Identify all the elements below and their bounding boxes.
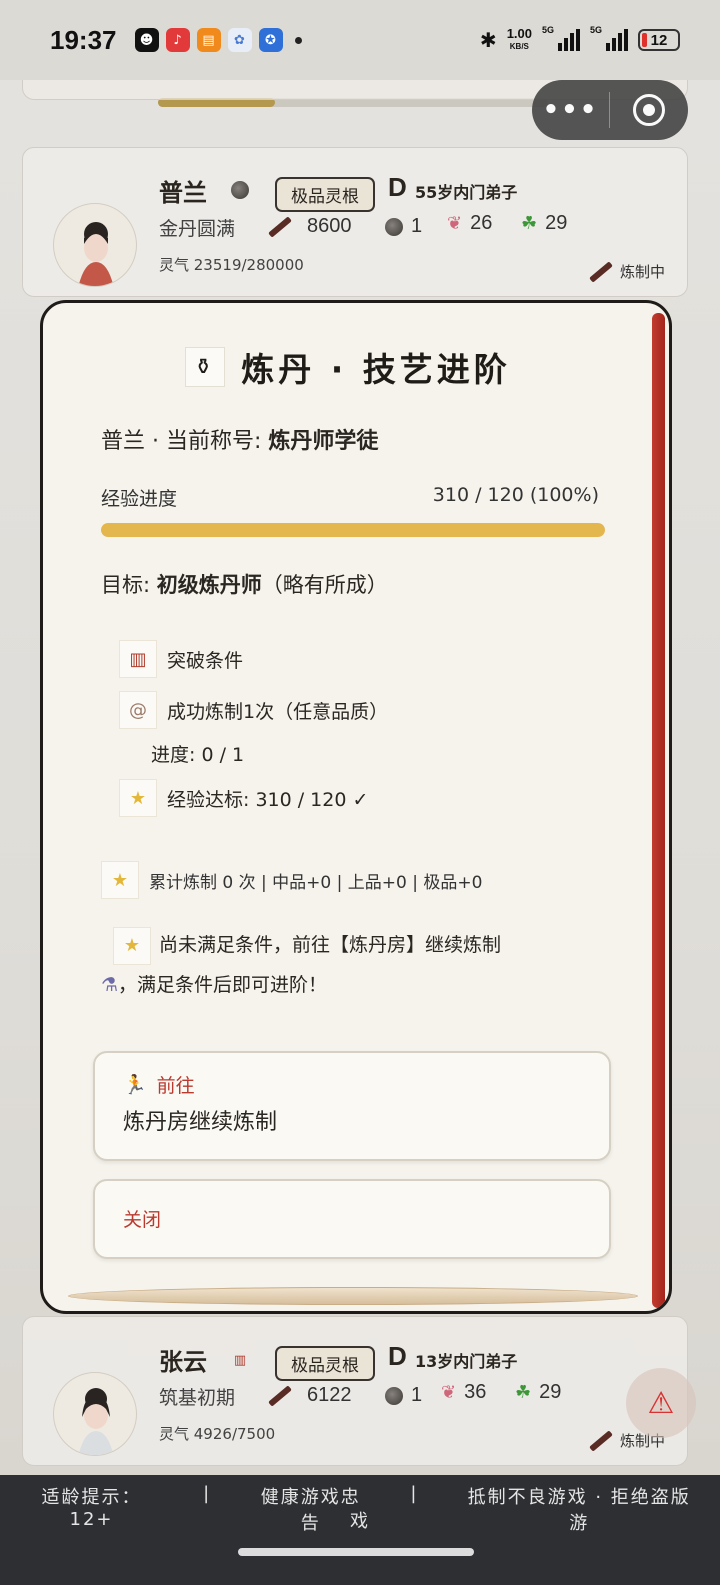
- music-icon: ♪: [165, 28, 190, 52]
- requirement-exp: ★ 经验达标: 310 / 120 ✓: [119, 779, 368, 817]
- scroll-rod-bottom: [68, 1287, 638, 1305]
- book-icon: ▤: [196, 28, 221, 52]
- footer-notice: 适龄提示：12+ | 健康游戏忠告 | 抵制不良游戏 · 拒绝盗版游 戏: [0, 1475, 720, 1585]
- star-icon: ★: [101, 861, 139, 899]
- close-button[interactable]: 关闭: [93, 1179, 611, 1259]
- star-icon: ★: [119, 779, 157, 817]
- qq-icon: ☻: [134, 28, 159, 52]
- goal-name: 初级炼丹师: [156, 573, 262, 597]
- status-time: 19:37: [50, 24, 117, 55]
- scroll-icon: ▥: [119, 640, 157, 678]
- notification-icons: ☻ ♪ ▤ ✿ ✪: [134, 28, 283, 52]
- home-indicator[interactable]: [238, 1548, 474, 1556]
- status-bar: 19:37 ☻ ♪ ▤ ✿ ✪ ✱ 1.00 KB/S 5G 5G 12: [0, 0, 720, 80]
- modal-title: ⚱ 炼丹 · 技艺进阶: [43, 343, 653, 391]
- bluetooth-icon: ✱: [479, 28, 497, 52]
- current-title: 炼丹师学徒: [268, 429, 379, 454]
- swirl-icon: @: [119, 691, 157, 729]
- scroll-rod: [652, 313, 665, 1308]
- battery-icon: 12: [638, 29, 680, 51]
- craft-tally: ★ 累计炼制 0 次 | 中品+0 | 上品+0 | 极品+0: [101, 861, 482, 899]
- gourd-icon: ⚱: [185, 347, 226, 387]
- exp-value: 310 / 120 (100%): [432, 484, 599, 506]
- star-icon: ★: [113, 926, 151, 965]
- signal-icon-2: 5G: [590, 25, 628, 51]
- current-title-line: 普兰 · 当前称号: 炼丹师学徒: [101, 429, 379, 454]
- skill-advance-modal: ⚱ 炼丹 · 技艺进阶 普兰 · 当前称号: 炼丹师学徒 经验进度 310 / …: [40, 300, 672, 1314]
- goal-line: 目标: 初级炼丹师（略有所成）: [101, 573, 388, 597]
- flask-icon: ⚗: [101, 974, 119, 996]
- exp-progress-fill: [101, 523, 605, 537]
- requirement-craft-progress: 进度: 0 / 1: [151, 744, 245, 766]
- gallery-icon: ✿: [227, 28, 252, 52]
- hint-text: ★ 尚未满足条件，前往【炼丹房】继续炼制 ⚗，满足条件后即可进阶！: [101, 925, 571, 1005]
- exp-progress-bar: [101, 523, 605, 537]
- go-to-alchemy-room-button[interactable]: 🏃 前往 炼丹房继续炼制: [93, 1051, 611, 1161]
- requirements-header: ▥ 突破条件: [119, 640, 243, 678]
- baidu-icon: ✪: [258, 28, 283, 52]
- more-notifications-dot: [294, 36, 302, 44]
- exp-label: 经验进度: [101, 488, 178, 510]
- network-speed: 1.00 KB/S: [506, 26, 532, 51]
- running-icon: 🏃: [123, 1074, 147, 1096]
- requirement-craft: @ 成功炼制1次（任意品质）: [119, 691, 388, 729]
- signal-icon-1: 5G: [542, 25, 580, 51]
